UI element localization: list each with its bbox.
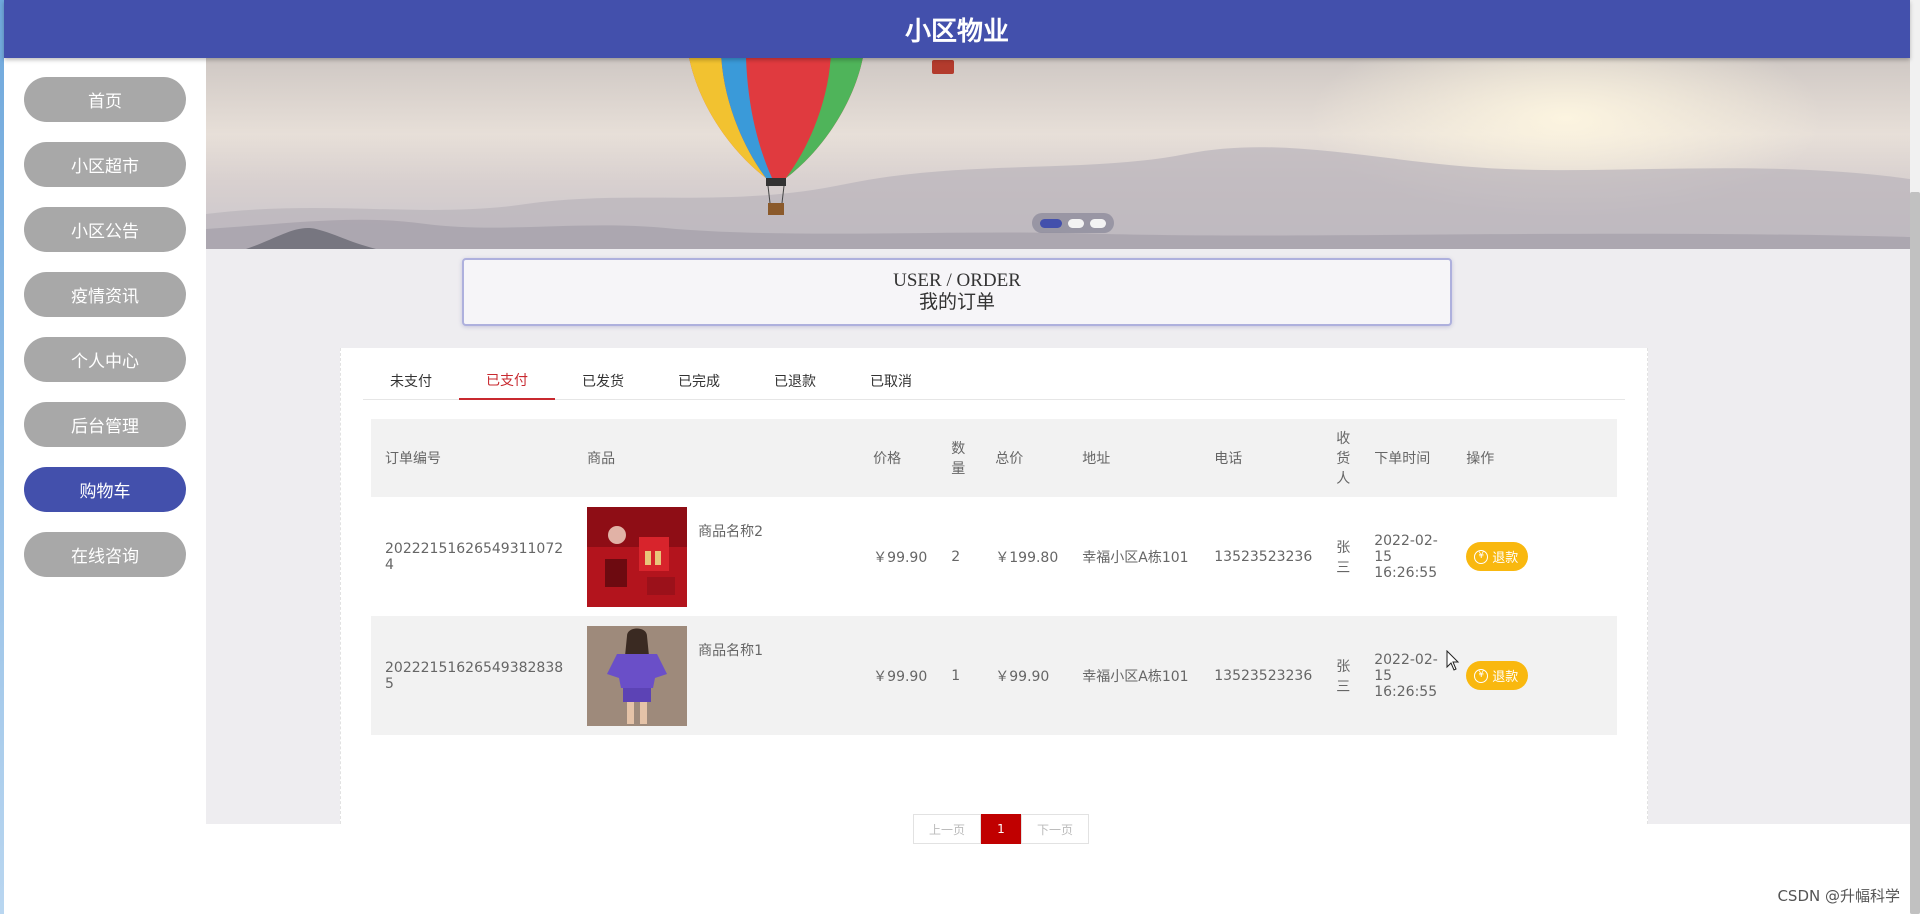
site-title: 小区物业 [904, 16, 1009, 47]
address-cell: 幸福小区A栋101 [1068, 497, 1201, 616]
main-content: USER / ORDER 我的订单 未支付 已支付 已发货 已完成 已退款 已取… [206, 58, 1910, 844]
action-cell: ¥ 退款 [1452, 497, 1617, 616]
goods-cell: 商品名称2 [573, 497, 860, 616]
order-time-cell: 2022-02-15 16:26:55 [1366, 497, 1453, 616]
refund-label: 退款 [1492, 551, 1519, 566]
tab-unpaid[interactable]: 未支付 [363, 362, 459, 400]
section-title-box: USER / ORDER 我的订单 [462, 258, 1452, 326]
section-title-cn: 我的订单 [918, 292, 995, 313]
sidebar-item-epidemic-news[interactable]: 疫情资讯 [24, 272, 186, 317]
action-cell: ¥ 退款 [1452, 616, 1617, 735]
tab-completed[interactable]: 已完成 [651, 362, 747, 400]
price-cell: ￥99.90 [859, 616, 938, 735]
order-no-cell: 20222151626549382838​5 [371, 616, 574, 735]
total-cell: ￥99.90 [981, 616, 1069, 735]
quantity-cell: 2 [937, 497, 982, 616]
sidebar-item-cart[interactable]: 购物车 [24, 467, 186, 512]
carousel-indicators [1032, 213, 1114, 233]
col-phone: 电话 [1200, 419, 1323, 497]
address-cell: 幸福小区A栋101 [1068, 616, 1201, 735]
mouse-cursor-icon [1446, 650, 1460, 671]
sidebar-item-notice[interactable]: 小区公告 [24, 207, 186, 252]
col-order-time: 下单时间 [1366, 419, 1453, 497]
order-no-cell: 20222151626549311072​4 [371, 497, 574, 616]
goods-name[interactable]: 商品名称2 [698, 521, 763, 541]
yen-icon: ¥ [1474, 549, 1489, 564]
receiver-cell: 张三 [1322, 616, 1367, 735]
orders-panel: 未支付 已支付 已发货 已完成 已退款 已取消 订单编号 商品 价格 数量 总价… [340, 348, 1648, 844]
table-header-row: 订单编号 商品 价格 数量 总价 地址 电话 收货人 下单时间 操作 [371, 419, 1617, 497]
goods-item: 商品名称2 [587, 506, 849, 607]
prev-page-button[interactable]: 上一页 [913, 814, 981, 844]
refund-button[interactable]: ¥ 退款 [1466, 542, 1529, 571]
carousel-dot-2[interactable] [1068, 218, 1084, 228]
sidebar-item-admin[interactable]: 后台管理 [24, 402, 186, 447]
col-order-no: 订单编号 [371, 419, 574, 497]
refund-label: 退款 [1492, 670, 1519, 685]
col-total: 总价 [981, 419, 1069, 497]
red-cosmetics-image[interactable] [587, 506, 688, 607]
tab-refunded[interactable]: 已退款 [747, 362, 843, 400]
banner-carousel [206, 58, 1910, 249]
sidebar-nav: 首页 小区超市 小区公告 疫情资讯 个人中心 后台管理 购物车 在线咨询 [4, 58, 206, 824]
tab-cancelled[interactable]: 已取消 [843, 362, 939, 400]
page-number-button[interactable]: 1 [981, 814, 1021, 844]
col-address: 地址 [1068, 419, 1201, 497]
col-receiver: 收货人 [1322, 419, 1367, 497]
sidebar-item-market[interactable]: 小区超市 [24, 142, 186, 187]
yen-icon: ¥ [1474, 668, 1489, 683]
orders-table: 订单编号 商品 价格 数量 总价 地址 电话 收货人 下单时间 操作 20222… [371, 419, 1617, 735]
phone-cell: 13523523236 [1200, 497, 1323, 616]
scrollbar-thumb[interactable] [1910, 192, 1920, 914]
total-cell: ￥199.80 [981, 497, 1069, 616]
order-time-cell: 2022-02-15 16:26:55 [1366, 616, 1453, 735]
receiver-cell: 张三 [1322, 497, 1367, 616]
col-goods: 商品 [573, 419, 860, 497]
sidebar-item-profile[interactable]: 个人中心 [24, 337, 186, 382]
carousel-dot-3[interactable] [1090, 218, 1106, 228]
table-row: 20222151626549311072​4 [371, 497, 1617, 616]
small-balloon-image [932, 60, 954, 74]
col-quantity: 数量 [937, 419, 982, 497]
top-header: 小区物业 [4, 0, 1910, 58]
refund-button[interactable]: ¥ 退款 [1466, 661, 1529, 690]
col-price: 价格 [859, 419, 938, 497]
phone-cell: 13523523236 [1200, 616, 1323, 735]
purple-outfit-image[interactable] [587, 625, 688, 726]
goods-item: 商品名称1 [587, 625, 849, 726]
sidebar-item-consult[interactable]: 在线咨询 [24, 532, 186, 577]
watermark-text: CSDN @升幅科学 [1777, 887, 1900, 905]
tab-paid[interactable]: 已支付 [459, 362, 555, 400]
goods-name[interactable]: 商品名称1 [698, 640, 763, 660]
price-cell: ￥99.90 [859, 497, 938, 616]
pagination: 上一页 1 下一页 [913, 814, 1089, 844]
table-row: 20222151626549382838​5 [371, 616, 1617, 735]
order-status-tabs: 未支付 已支付 已发货 已完成 已退款 已取消 [363, 362, 1625, 400]
carousel-dot-1[interactable] [1040, 218, 1062, 228]
hot-air-balloon-image [689, 58, 863, 215]
next-page-button[interactable]: 下一页 [1021, 814, 1089, 844]
sidebar-item-home[interactable]: 首页 [24, 77, 186, 122]
quantity-cell: 1 [937, 616, 982, 735]
section-title-en: USER / ORDER [893, 270, 1021, 291]
tab-shipped[interactable]: 已发货 [555, 362, 651, 400]
goods-cell: 商品名称1 [573, 616, 860, 735]
col-action: 操作 [1452, 419, 1617, 497]
